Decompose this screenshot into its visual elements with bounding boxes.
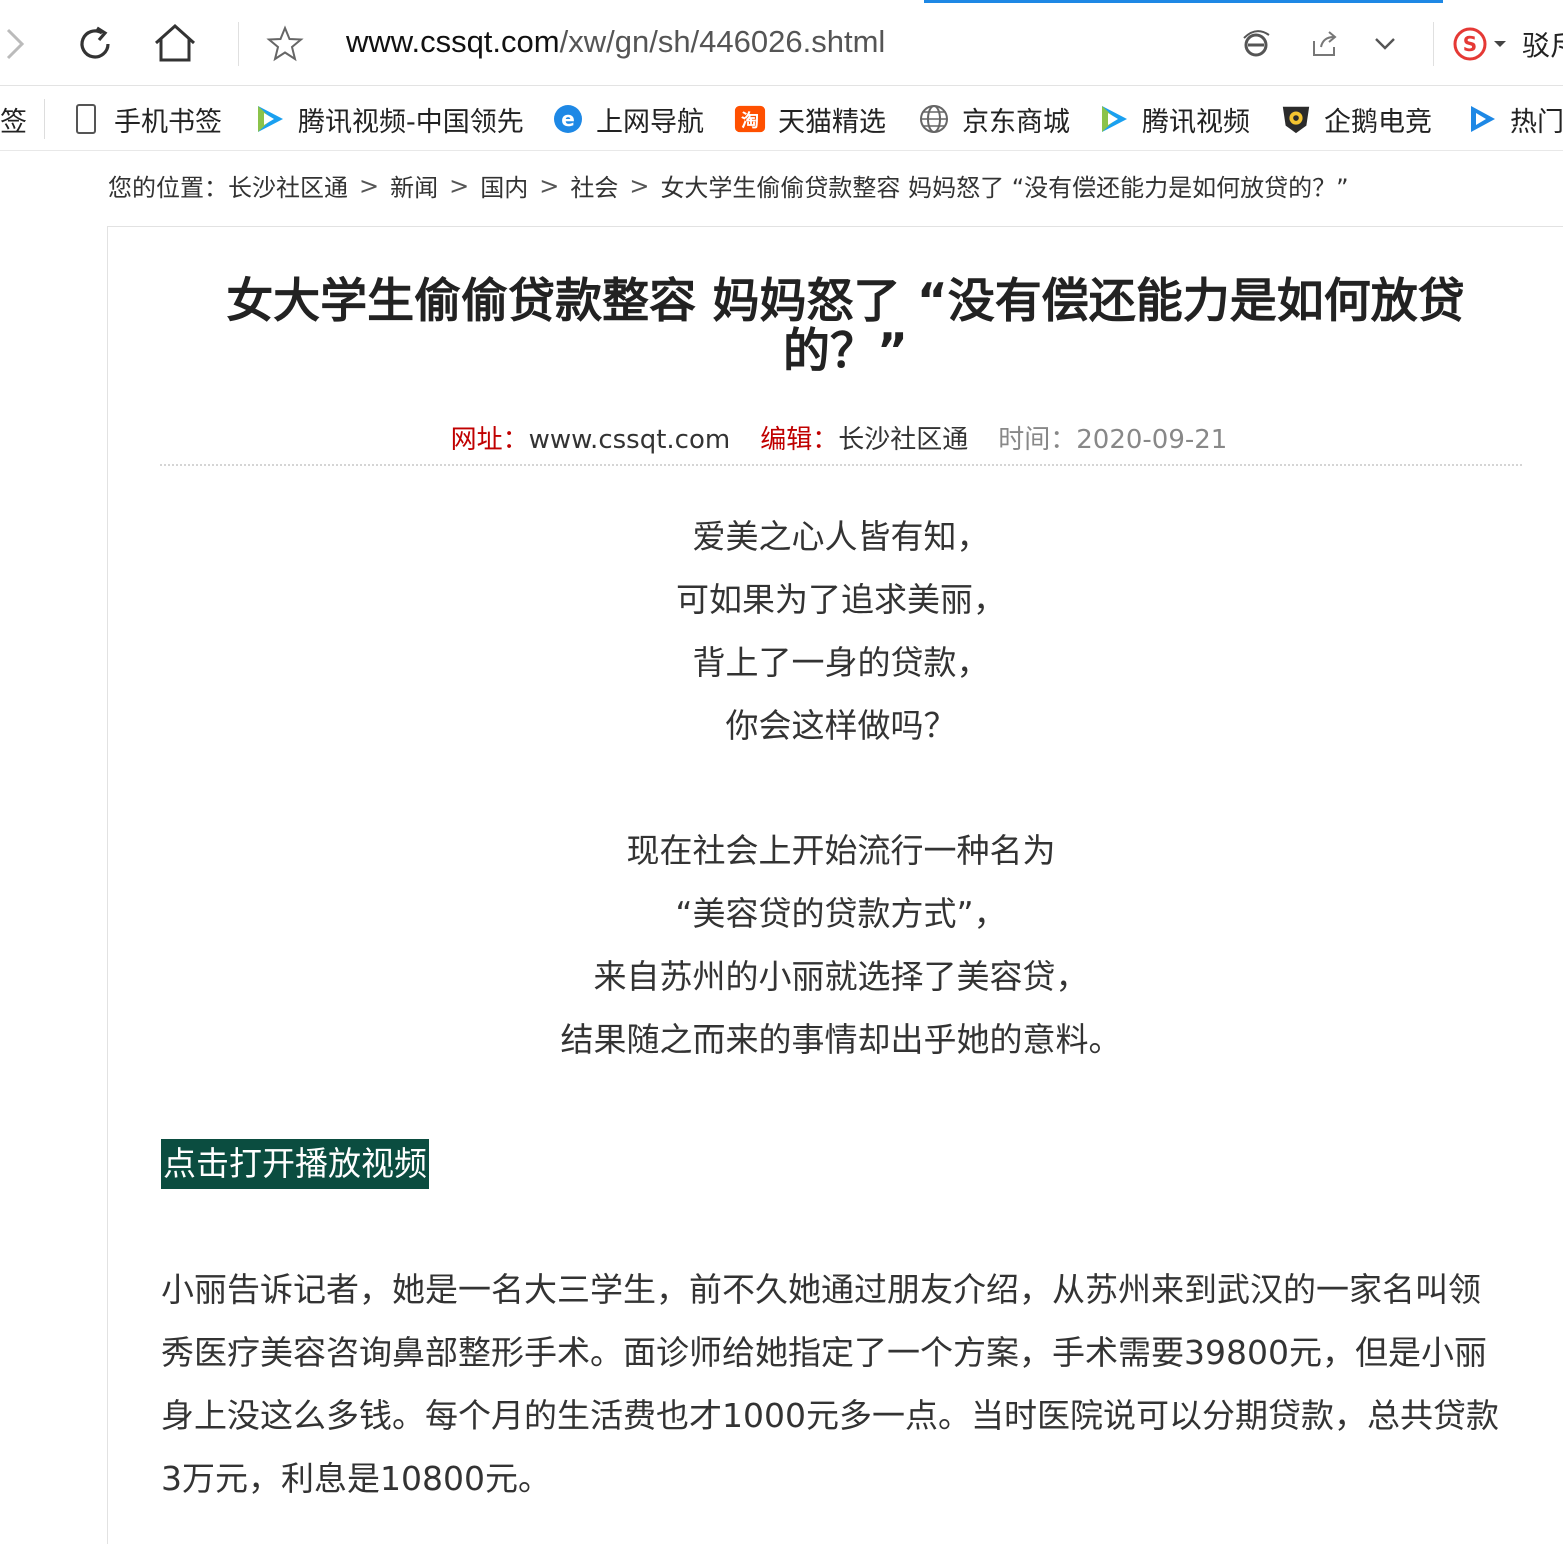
url-domain: www.cssqt.com: [346, 24, 560, 59]
breadcrumb-item-current: 女大学生偷偷贷款整容 妈妈怒了 “没有偿还能力是如何放贷的？”: [660, 174, 1349, 202]
bookmark-tmall[interactable]: 淘 天猫精选: [734, 87, 886, 150]
verse-line: 可如果为了追求美丽，: [676, 580, 1006, 619]
bookmark-label: 企鹅电竞: [1324, 106, 1432, 138]
verse-line: 来自苏州的小丽就选择了美容贷，: [593, 957, 1089, 996]
home-icon[interactable]: [148, 18, 202, 68]
breadcrumb-item-news[interactable]: 新闻: [390, 168, 438, 203]
breadcrumb-separator: >: [539, 171, 560, 200]
svg-text:S: S: [1463, 32, 1477, 56]
browser-toolbar: www.cssqt.com/xw/gn/sh/446026.shtml S 驳斥: [0, 0, 1563, 86]
bookmark-label: 天猫精选: [778, 106, 886, 138]
tencent-video-icon: [254, 103, 286, 135]
search-engine-label[interactable]: 驳斥: [1522, 24, 1563, 64]
time-label: 时间：: [998, 425, 1077, 455]
bookmark-divider: [44, 99, 45, 139]
page-load-progress: [924, 0, 1443, 3]
verse-line: 你会这样做吗？: [725, 706, 957, 745]
address-bar[interactable]: www.cssqt.com/xw/gn/sh/446026.shtml: [346, 24, 885, 60]
article-meta: 网址：www.cssqt.com 编辑：长沙社区通 时间：2020-09-21: [108, 419, 1563, 456]
toolbar-divider: [1433, 22, 1434, 66]
intro-verse-2: 现在社会上开始流行一种名为 “美容贷的贷款方式”， 来自苏州的小丽就选择了美容贷…: [160, 819, 1522, 1071]
svg-text:e: e: [561, 107, 575, 131]
penguin-esports-icon: [1280, 103, 1312, 135]
bookmark-item[interactable]: 签: [0, 87, 27, 150]
bookmarks-bar: 签 手机书签 腾讯视频-中国领先 e 上网导航 淘 天猫精选 京东商城 腾讯视频…: [0, 87, 1563, 151]
verse-line: “美容贷的贷款方式”，: [675, 894, 1007, 933]
globe-icon: [918, 103, 950, 135]
bookmark-penguin-esports[interactable]: 企鹅电竞: [1280, 87, 1432, 150]
verse-line: 现在社会上开始流行一种名为: [626, 831, 1056, 870]
article-title: 女大学生偷偷贷款整容 妈妈怒了 “没有偿还能力是如何放贷的？”: [226, 274, 1465, 379]
breadcrumb-separator: >: [449, 171, 470, 200]
play-video-link[interactable]: 点击打开播放视频: [161, 1139, 429, 1189]
forward-icon[interactable]: [0, 22, 30, 66]
toolbar-divider: [238, 22, 239, 66]
bookmark-navigation[interactable]: e 上网导航: [552, 87, 704, 150]
verse-line: 结果随之而来的事情却出乎她的意料。: [560, 1020, 1122, 1059]
breadcrumb: 您的位置： 长沙社区通 > 新闻 > 国内 > 社会 > 女大学生偷偷贷款整容 …: [108, 168, 1349, 203]
chevron-down-icon[interactable]: [1370, 30, 1400, 58]
article-paragraph: 小丽告诉记者，她是一名大三学生，前不久她通过朋友介绍，从苏州来到武汉的一家名叫领…: [161, 1270, 1499, 1498]
favorite-star-icon[interactable]: [264, 24, 306, 64]
bookmark-label: 热门: [1510, 106, 1563, 138]
refresh-icon[interactable]: [70, 20, 120, 68]
bookmark-label: 上网导航: [596, 106, 704, 138]
breadcrumb-separator: >: [359, 171, 380, 200]
phone-icon: [70, 103, 102, 135]
bookmark-label: 手机书签: [114, 106, 222, 138]
intro-verse: 爱美之心人皆有知， 可如果为了追求美丽， 背上了一身的贷款， 你会这样做吗？: [160, 505, 1522, 757]
bookmark-label: 签: [0, 106, 27, 138]
editor-value: 长沙社区通: [838, 425, 969, 455]
meta-divider: [160, 464, 1522, 466]
bookmark-tencent-video-full[interactable]: 腾讯视频-中国领先: [254, 87, 524, 150]
time-value: 2020-09-21: [1076, 425, 1228, 455]
bookmark-label: 腾讯视频-中国领先: [298, 106, 524, 138]
breadcrumb-item-home[interactable]: 长沙社区通: [228, 168, 348, 203]
ie-compat-icon[interactable]: [1238, 26, 1274, 62]
url-path: /xw/gn/sh/446026.shtml: [559, 24, 886, 59]
ie-icon: e: [552, 103, 584, 135]
bookmark-label: 京东商城: [962, 106, 1070, 138]
svg-text:淘: 淘: [741, 110, 759, 132]
editor-label: 编辑：: [760, 425, 839, 455]
bookmark-label: 腾讯视频: [1142, 106, 1250, 138]
bookmark-hot[interactable]: 热门: [1466, 87, 1563, 150]
site-value: www.cssqt.com: [528, 425, 731, 455]
breadcrumb-item-domestic[interactable]: 国内: [480, 168, 528, 203]
share-icon[interactable]: [1306, 26, 1342, 62]
breadcrumb-item-society[interactable]: 社会: [570, 168, 618, 203]
play-icon: [1466, 103, 1498, 135]
breadcrumb-separator: >: [629, 171, 650, 200]
bookmark-jd[interactable]: 京东商城: [918, 87, 1070, 150]
bookmark-tencent-video[interactable]: 腾讯视频: [1098, 87, 1250, 150]
verse-line: 爱美之心人皆有知，: [692, 517, 990, 556]
site-label: 网址：: [450, 425, 529, 455]
breadcrumb-prefix: 您的位置：: [108, 174, 228, 202]
article-container: 女大学生偷偷贷款整容 妈妈怒了 “没有偿还能力是如何放贷的？” 网址：www.c…: [107, 226, 1563, 1544]
search-engine-icon[interactable]: S: [1450, 26, 1514, 62]
bookmark-mobile[interactable]: 手机书签: [70, 87, 222, 150]
tmall-icon: 淘: [734, 103, 766, 135]
verse-line: 背上了一身的贷款，: [692, 643, 990, 682]
tencent-video-icon: [1098, 103, 1130, 135]
